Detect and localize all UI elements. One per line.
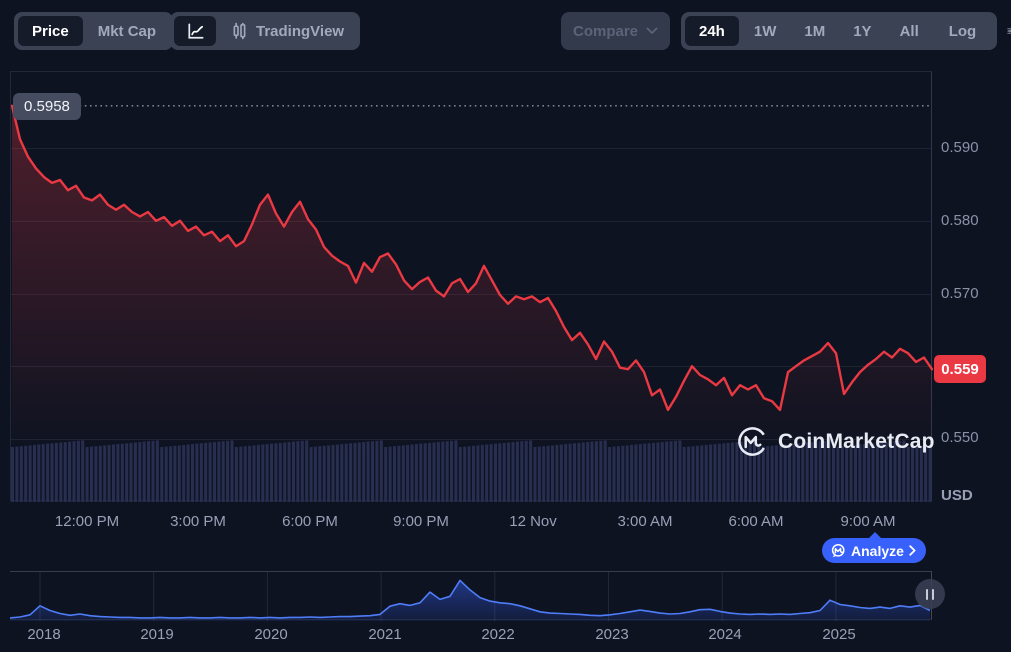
mktcap-tab[interactable]: Mkt Cap: [85, 16, 169, 46]
tradingview-button[interactable]: TradingView: [218, 16, 356, 46]
year-tick: 2019: [140, 626, 173, 643]
cmc-logo-icon: [736, 425, 769, 458]
range-1w[interactable]: 1W: [741, 16, 790, 46]
y-tick-0580: 0.580: [941, 212, 979, 229]
x-axis-labels: 12:00 PM 3:00 PM 6:00 PM 9:00 PM 12 Nov …: [0, 513, 1011, 533]
chevron-right-icon: [909, 545, 916, 556]
time-range-group: 24h 1W 1M 1Y All Log: [681, 12, 997, 50]
range-1m[interactable]: 1M: [791, 16, 838, 46]
compare-label: Compare: [573, 23, 638, 40]
unit-label: USD: [941, 487, 973, 504]
drag-handle-icon: [932, 589, 934, 600]
chart-type-toggle: TradingView: [170, 12, 360, 50]
year-tick: 2024: [708, 626, 741, 643]
navigator-area-chart: [10, 572, 932, 621]
chevron-down-icon: [646, 27, 658, 35]
analyze-bubble-icon: [830, 543, 846, 559]
analyze-button[interactable]: Analyze: [822, 538, 926, 563]
x-tick: 6:00 PM: [282, 513, 338, 530]
compare-button[interactable]: Compare: [561, 12, 670, 50]
y-tick-0570: 0.570: [941, 285, 979, 302]
navigator-drag-handle[interactable]: [915, 579, 945, 609]
range-24h[interactable]: 24h: [685, 16, 739, 46]
line-chart-icon: [185, 21, 206, 42]
year-tick: 2020: [254, 626, 287, 643]
x-tick: 12 Nov: [509, 513, 557, 530]
x-tick: 3:00 AM: [617, 513, 672, 530]
range-1y[interactable]: 1Y: [840, 16, 884, 46]
x-tick: 9:00 AM: [840, 513, 895, 530]
x-tick: 12:00 PM: [55, 513, 119, 530]
price-mktcap-toggle: Price Mkt Cap: [14, 12, 173, 50]
year-tick: 2018: [27, 626, 60, 643]
analyze-label: Analyze: [851, 543, 904, 559]
price-tab[interactable]: Price: [18, 16, 83, 46]
price-chart-panel: Price Mkt Cap TradingView Compare 24h 1W…: [0, 0, 1011, 652]
year-tick: 2025: [822, 626, 855, 643]
x-tick: 6:00 AM: [728, 513, 783, 530]
coinmarketcap-watermark: CoinMarketCap: [736, 425, 935, 458]
drag-handle-icon: [926, 589, 928, 600]
current-price-badge: 0.559: [934, 355, 986, 383]
watermark-label: CoinMarketCap: [778, 430, 935, 454]
line-chart-button[interactable]: [174, 16, 216, 46]
x-tick: 9:00 PM: [393, 513, 449, 530]
history-navigator[interactable]: [10, 571, 932, 620]
y-tick-0550: 0.550: [941, 429, 979, 446]
log-scale-button[interactable]: Log: [936, 16, 990, 46]
year-tick: 2022: [481, 626, 514, 643]
year-tick: 2021: [368, 626, 401, 643]
x-tick: 3:00 PM: [170, 513, 226, 530]
year-tick: 2023: [595, 626, 628, 643]
high-price-badge: 0.5958: [13, 93, 81, 120]
navigator-year-labels: 2018 2019 2020 2021 2022 2023 2024 2025: [0, 626, 1011, 646]
tradingview-label: TradingView: [256, 23, 344, 40]
y-tick-0590: 0.590: [941, 139, 979, 156]
range-all[interactable]: All: [887, 16, 932, 46]
candlestick-icon: [230, 21, 249, 41]
sliders-icon: [1006, 20, 1011, 42]
chart-settings-button[interactable]: [993, 16, 1011, 46]
